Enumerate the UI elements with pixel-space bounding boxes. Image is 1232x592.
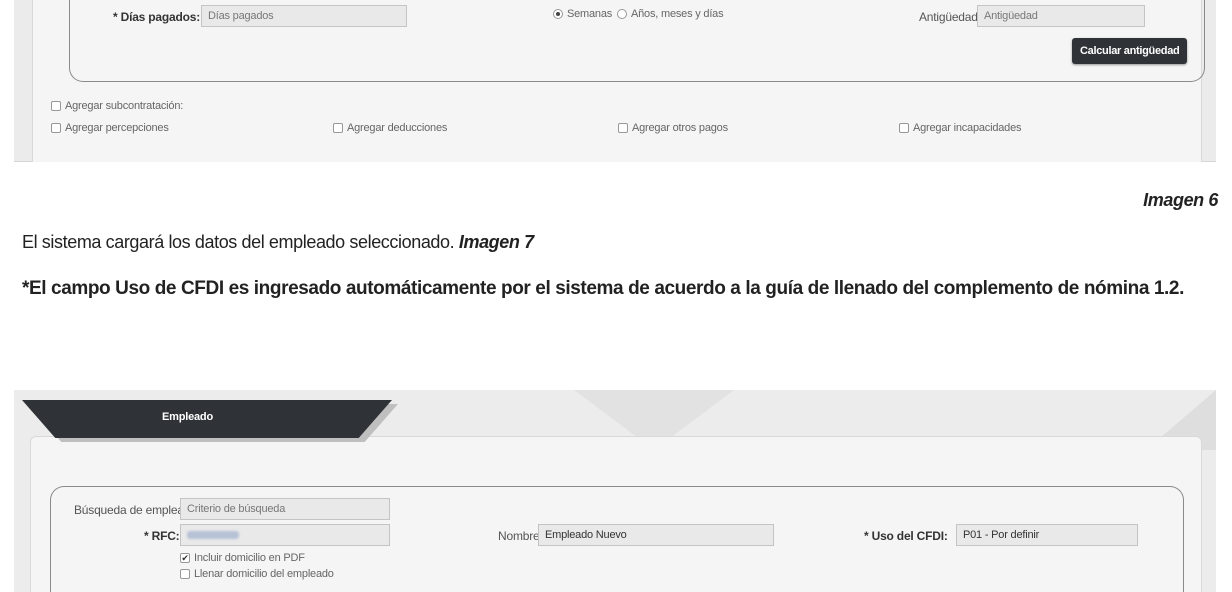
radio-semanas-label: Semanas [567,8,613,20]
chk-incapacidades-label: Agregar incapacidades [913,122,1022,134]
checkbox-checked-icon: ✔ [180,553,190,563]
important-note: *El campo Uso de CFDI es ingresado autom… [22,278,1184,299]
rfc-input[interactable] [180,524,390,546]
chk-deducciones[interactable]: Agregar deducciones [333,122,447,134]
radio-semanas[interactable]: Semanas [553,8,612,20]
checkbox-icon [618,123,628,133]
calcular-antiguedad-button[interactable]: Calcular antigüedad [1072,38,1188,64]
uso-cfdi-label: * Uso del CFDI: [864,529,948,543]
chk-deducciones-label: Agregar deducciones [347,122,448,134]
nombre-input[interactable]: Empleado Nuevo [538,524,774,546]
checkbox-icon [333,123,343,133]
antiguedad-input[interactable]: Antigüedad [977,5,1145,27]
checkbox-icon [180,569,190,579]
radio-anios-label: Años, meses y días [631,8,724,20]
dias-pagados-input[interactable]: Días pagados [201,5,407,27]
image-reference: Imagen 7 [458,232,534,252]
screenshot-imagen-6: * Días pagados: Días pagados Semanas Año… [14,0,1216,162]
chk-incapacidades[interactable]: Agregar incapacidades [899,122,1022,134]
chk-llenar-domicilio[interactable]: Llenar domicilio del empleado [180,568,334,580]
radio-checked-icon [553,9,563,19]
busqueda-input[interactable]: Criterio de búsqueda [180,498,390,520]
nombre-label: Nombre: [498,529,543,543]
checkbox-icon [51,123,61,133]
body-paragraph: El sistema cargará los datos del emplead… [22,232,534,253]
form-card: * Días pagados: Días pagados Semanas Año… [32,0,1205,162]
screenshot-imagen-7: Empleado Búsqueda de empleado: Criterio … [14,390,1216,592]
chk-incluir-domicilio-label: Incluir domicilio en PDF [194,552,305,564]
checkbox-icon [51,101,61,111]
chk-otros-pagos-label: Agregar otros pagos [632,122,728,134]
uso-cfdi-input[interactable]: P01 - Por definir [956,524,1138,546]
antiguedad-label: Antigüedad: [919,10,981,24]
radio-unchecked-icon [617,9,627,19]
tab-empleado-label: Empleado [162,411,213,423]
radio-anios[interactable]: Años, meses y días [617,8,724,20]
rfc-label: * RFC: [144,529,180,543]
chk-subcontratacion[interactable]: Agregar subcontratación: [51,100,183,112]
chk-percepciones[interactable]: Agregar percepciones [51,122,169,134]
image-caption: Imagen 6 [1143,190,1218,210]
chk-incluir-domicilio[interactable]: ✔ Incluir domicilio en PDF [180,552,305,564]
chk-percepciones-label: Agregar percepciones [65,122,169,134]
chk-subcontratacion-label: Agregar subcontratación: [65,100,184,112]
chk-otros-pagos[interactable]: Agregar otros pagos [618,122,728,134]
checkbox-icon [899,123,909,133]
chk-llenar-domicilio-label: Llenar domicilio del empleado [194,568,334,580]
paragraph-text: El sistema cargará los datos del emplead… [22,232,459,252]
redacted-rfc-value [187,531,239,540]
dias-pagados-label: * Días pagados: [113,10,201,24]
